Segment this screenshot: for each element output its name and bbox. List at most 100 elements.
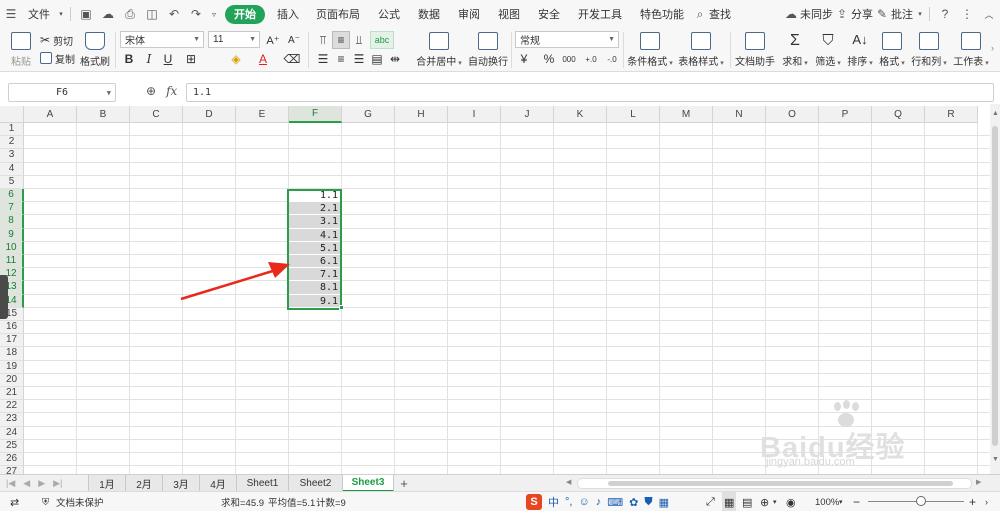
ribbon-scroll-right-icon[interactable]: › bbox=[991, 43, 994, 53]
conditional-format-button[interactable]: 条件格式 ▾ bbox=[627, 32, 673, 68]
file-menu[interactable]: 文件 bbox=[22, 0, 56, 28]
doc-protect-status[interactable]: 文档未保护 bbox=[56, 492, 104, 511]
skin-icon[interactable]: ✿ bbox=[629, 496, 638, 509]
decrease-decimal-icon[interactable]: -.0 bbox=[603, 50, 621, 68]
align-top-icon[interactable]: ⫪ bbox=[314, 31, 332, 49]
sum-button[interactable]: Σ 求和 ▾ bbox=[780, 32, 810, 68]
font-size-select[interactable]: 11 ▼ bbox=[208, 31, 260, 48]
fullscreen-icon[interactable]: ⤢ bbox=[706, 492, 715, 511]
sort-button[interactable]: A↓ 排序 ▾ bbox=[846, 32, 874, 68]
tab-features[interactable]: 特色功能 bbox=[631, 0, 693, 28]
prev-sheet-icon[interactable]: ◀ bbox=[23, 478, 30, 489]
help-icon[interactable]: ? bbox=[934, 0, 956, 28]
horizontal-scrollbar[interactable] bbox=[577, 478, 972, 489]
tab-view[interactable]: 视图 bbox=[489, 0, 529, 28]
font-color-icon[interactable]: A bbox=[254, 50, 272, 68]
row-header[interactable]: 18 bbox=[0, 347, 24, 361]
collapse-ribbon-icon[interactable]: ︿ bbox=[978, 0, 1000, 28]
eye-protect-icon[interactable]: ◉ bbox=[786, 492, 796, 511]
doc-helper-button[interactable]: 文档助手 bbox=[735, 32, 775, 68]
align-left-icon[interactable]: ☰ bbox=[314, 50, 332, 68]
column-header[interactable]: O bbox=[766, 106, 819, 123]
sync-status[interactable]: 未同步 bbox=[798, 0, 835, 28]
share-button[interactable]: 分享 bbox=[849, 0, 875, 28]
italic-icon[interactable]: I bbox=[140, 50, 158, 68]
thousands-separator-icon[interactable]: 000 bbox=[560, 50, 578, 68]
bold-icon[interactable]: B bbox=[120, 50, 138, 68]
next-sheet-icon[interactable]: ▶ bbox=[38, 478, 45, 489]
tab-home[interactable]: 开始 bbox=[225, 4, 265, 24]
row-header[interactable]: 27 bbox=[0, 466, 24, 474]
tab-security[interactable]: 安全 bbox=[529, 0, 569, 28]
hscroll-left-icon[interactable]: ◀ bbox=[566, 478, 571, 486]
increase-font-icon[interactable]: A⁺ bbox=[264, 31, 282, 49]
number-format-select[interactable]: 常规 ▼ bbox=[515, 31, 619, 48]
status-left-icon[interactable]: ⇄ bbox=[10, 492, 19, 511]
fx-icon[interactable]: fx bbox=[166, 84, 177, 98]
row-header[interactable]: 20 bbox=[0, 373, 24, 387]
column-header[interactable]: R bbox=[925, 106, 978, 123]
row-header[interactable]: 8 bbox=[0, 215, 24, 229]
toolbox-icon[interactable]: ▦ bbox=[659, 496, 669, 509]
increase-decimal-icon[interactable]: +.0 bbox=[582, 50, 600, 68]
ime-toolbar[interactable]: S 中 °, ☺ ♪ ⌨ ✿ ⛊ ▦ bbox=[526, 493, 669, 511]
row-header[interactable]: 26 bbox=[0, 453, 24, 467]
sheet-tab-sheet1[interactable]: Sheet1 bbox=[237, 475, 289, 492]
vertical-scrollbar[interactable]: ▲ ▼ bbox=[990, 104, 1000, 474]
sync-icon[interactable]: ☁ bbox=[784, 0, 798, 28]
column-header[interactable]: H bbox=[395, 106, 448, 123]
tab-page-layout[interactable]: 页面布局 bbox=[307, 0, 369, 28]
row-header[interactable]: 19 bbox=[0, 360, 24, 374]
row-header[interactable]: 5 bbox=[0, 175, 24, 189]
data-cell[interactable]: 1.1 bbox=[288, 189, 341, 203]
column-header[interactable]: M bbox=[660, 106, 713, 123]
row-col-button[interactable]: 行和列 ▾ bbox=[910, 32, 948, 68]
worksheet-button[interactable]: 工作表 ▾ bbox=[952, 32, 990, 68]
row-header[interactable]: 21 bbox=[0, 387, 24, 401]
search-label[interactable]: 查找 bbox=[707, 0, 733, 28]
last-sheet-icon[interactable]: ▶| bbox=[53, 478, 62, 489]
row-header[interactable]: 7 bbox=[0, 202, 24, 216]
punctuation-icon[interactable]: °, bbox=[565, 496, 572, 508]
zoom-out-icon[interactable]: − bbox=[853, 492, 860, 511]
column-header[interactable]: K bbox=[554, 106, 607, 123]
fill-handle[interactable] bbox=[339, 304, 344, 310]
hamburger-menu-icon[interactable]: ☰ bbox=[0, 0, 22, 28]
data-cell[interactable]: 3.1 bbox=[288, 215, 341, 229]
scroll-down-icon[interactable]: ▼ bbox=[992, 456, 999, 463]
select-all-corner[interactable] bbox=[0, 106, 24, 123]
horizontal-scroll-thumb[interactable] bbox=[608, 481, 953, 486]
tab-insert[interactable]: 插入 bbox=[269, 0, 307, 28]
data-cell[interactable]: 2.1 bbox=[288, 202, 341, 216]
wrap-text-button[interactable]: 自动换行 bbox=[466, 32, 510, 68]
zoom-level[interactable]: 100% bbox=[815, 492, 839, 511]
ime-lang[interactable]: 中 bbox=[548, 494, 559, 510]
page-layout-view-icon[interactable]: ▤ bbox=[742, 492, 752, 511]
first-sheet-icon[interactable]: |◀ bbox=[6, 478, 15, 489]
align-justify-icon[interactable]: ▤ bbox=[368, 50, 386, 68]
row-header[interactable]: 22 bbox=[0, 400, 24, 414]
column-header[interactable]: C bbox=[130, 106, 183, 123]
vertical-scroll-thumb[interactable] bbox=[992, 126, 998, 446]
file-menu-chevron-icon[interactable]: ▾ bbox=[56, 0, 66, 28]
tab-formulas[interactable]: 公式 bbox=[369, 0, 409, 28]
hscroll-right-icon[interactable]: ▶ bbox=[976, 478, 981, 486]
copy-button[interactable]: 复制 bbox=[40, 50, 75, 66]
print-preview-icon[interactable]: ◫ bbox=[141, 0, 163, 28]
sheet-tab-sheet3[interactable]: Sheet3 bbox=[343, 475, 394, 492]
row-header[interactable]: 16 bbox=[0, 321, 24, 335]
more-icon[interactable]: ⋮ bbox=[956, 0, 978, 28]
sheet-tab-sheet2[interactable]: Sheet2 bbox=[289, 475, 343, 492]
row-header[interactable]: 4 bbox=[0, 162, 24, 176]
row-header[interactable]: 11 bbox=[0, 255, 24, 269]
row-header[interactable]: 23 bbox=[0, 413, 24, 427]
tab-review[interactable]: 审阅 bbox=[449, 0, 489, 28]
table-style-button[interactable]: 表格样式 ▾ bbox=[678, 32, 724, 68]
row-header[interactable]: 25 bbox=[0, 439, 24, 453]
underline-icon[interactable]: U bbox=[159, 50, 177, 68]
zoom-slider-handle[interactable] bbox=[916, 496, 926, 506]
align-bottom-icon[interactable]: ⫫ bbox=[350, 31, 368, 49]
redo-icon[interactable]: ↷ bbox=[185, 0, 207, 28]
column-header[interactable]: Q bbox=[872, 106, 925, 123]
clear-format-icon[interactable]: ⌫ bbox=[283, 50, 301, 68]
